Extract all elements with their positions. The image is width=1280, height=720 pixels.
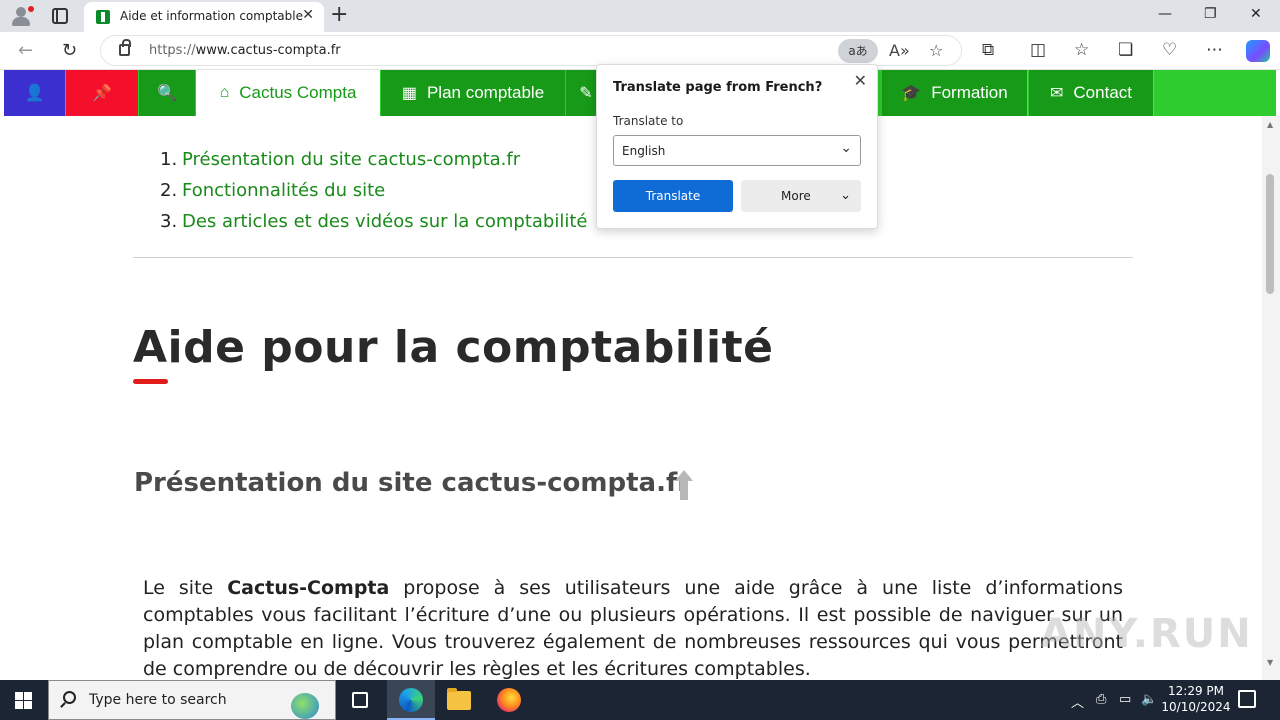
scroll-down-icon[interactable]: ▼: [1267, 658, 1273, 667]
taskbar-edge[interactable]: [387, 680, 435, 720]
restore-button[interactable]: ❐: [1204, 6, 1217, 22]
translate-button[interactable]: Translate: [613, 180, 733, 212]
profile-icon[interactable]: [8, 4, 34, 28]
close-window-button[interactable]: ✕: [1250, 6, 1262, 22]
table-of-contents: 1. Présentation du site cactus-compta.fr …: [160, 144, 588, 237]
firefox-icon: [497, 688, 521, 712]
toc-item: 3. Des articles et des vidéos sur la comp…: [160, 211, 588, 232]
windows-taskbar: Type here to search ︿ ⎙ ▭ 🔈 12:29 PM 10/…: [0, 680, 1280, 720]
home-icon: ⌂: [219, 84, 230, 101]
browser-essentials-icon[interactable]: ♡: [1162, 40, 1177, 60]
address-bar[interactable]: https://www.cactus-compta.fr aあ A» ☆: [100, 35, 962, 66]
refresh-icon[interactable]: ↻: [62, 40, 77, 61]
browser-tab-active[interactable]: Aide et information comptable ✕: [84, 2, 324, 32]
scroll-up-icon[interactable]: ▲: [1267, 120, 1273, 129]
intro-paragraph: Le site Cactus-Compta propose à ses util…: [143, 577, 1123, 680]
split-screen-icon[interactable]: ◫: [1030, 40, 1046, 60]
edge-icon: [399, 688, 423, 712]
pencil-icon: ✎: [579, 85, 593, 102]
task-view-icon[interactable]: [352, 692, 368, 708]
toc-link[interactable]: Des articles et des vidéos sur la compta…: [182, 211, 588, 232]
search-icon: 🔍: [157, 85, 177, 102]
show-hidden-icons-icon[interactable]: ︿: [1071, 692, 1084, 711]
favorite-star-icon[interactable]: ☆: [929, 41, 943, 60]
taskbar-search-box[interactable]: Type here to search: [48, 680, 336, 720]
back-arrow-icon[interactable]: ←: [18, 40, 33, 61]
collections-icon[interactable]: ❏: [1118, 40, 1133, 60]
new-tab-button[interactable]: +: [330, 3, 348, 27]
copilot-icon[interactable]: [1246, 40, 1270, 62]
translate-popup-title: Translate page from French?: [613, 80, 823, 95]
nav-search-button[interactable]: 🔍: [139, 70, 195, 116]
search-placeholder: Type here to search: [89, 692, 227, 708]
translate-icon[interactable]: aあ: [838, 39, 878, 63]
volume-icon[interactable]: 🔈: [1141, 692, 1157, 707]
taskbar-firefox[interactable]: [485, 680, 533, 720]
nav-formation-link[interactable]: 🎓 Formation: [882, 70, 1028, 116]
nav-pin-button[interactable]: 📌: [66, 70, 138, 116]
map-icon: ▦: [401, 85, 417, 102]
browser-tab-bar: Aide et information comptable ✕ + — ❐ ✕: [0, 0, 1280, 32]
search-highlight-icon: [275, 685, 331, 719]
taskbar-clock[interactable]: 12:29 PM 10/10/2024: [1160, 683, 1232, 715]
translate-to-label: Translate to: [613, 114, 684, 128]
read-aloud-icon[interactable]: A»: [889, 41, 910, 60]
nav-account-button[interactable]: 👤: [4, 70, 65, 116]
nav-contact-link[interactable]: ✉ Contact: [1029, 70, 1154, 116]
user-lock-icon: 👤: [24, 85, 45, 102]
envelope-icon: ✉: [1050, 85, 1064, 102]
nav-plan-comptable-link[interactable]: ▦ Plan comptable: [381, 70, 565, 116]
section-divider: [133, 257, 1133, 258]
tab-close-icon[interactable]: ✕: [302, 7, 314, 23]
device-icon[interactable]: ⎙: [1096, 692, 1106, 707]
minimize-button[interactable]: —: [1158, 6, 1172, 22]
target-language-select[interactable]: English ⌄: [613, 135, 861, 166]
tab-actions-icon[interactable]: [52, 8, 68, 24]
pushpin-icon: 📌: [92, 85, 112, 102]
extensions-icon[interactable]: ⧉: [982, 40, 994, 60]
close-icon[interactable]: ✕: [854, 71, 867, 90]
site-favicon-icon: [96, 10, 110, 24]
url-text[interactable]: https://www.cactus-compta.fr: [149, 43, 341, 58]
more-button[interactable]: More ⌄: [741, 180, 861, 212]
search-icon: [63, 691, 76, 704]
taskbar-file-explorer[interactable]: [435, 680, 483, 720]
more-menu-icon[interactable]: ⋯: [1206, 40, 1223, 60]
network-icon[interactable]: ▭: [1119, 692, 1131, 707]
translate-popup: Translate page from French? ✕ Translate …: [596, 64, 878, 229]
page-scrollbar[interactable]: ▲ ▼: [1262, 116, 1280, 680]
toc-link[interactable]: Fonctionnalités du site: [182, 180, 385, 201]
chevron-down-icon: ⌄: [840, 140, 852, 156]
scrollbar-thumb[interactable]: [1266, 174, 1274, 294]
folder-icon: [447, 688, 471, 710]
chevron-down-icon: ⌄: [840, 188, 851, 203]
section-heading: Présentation du site cactus-compta.fr: [134, 468, 691, 498]
nav-home-link[interactable]: ⌂ Cactus Compta: [196, 70, 380, 116]
watermark-logo: ANY.RUN: [1040, 611, 1253, 657]
notifications-icon[interactable]: [1238, 690, 1256, 708]
title-underline: [133, 379, 168, 384]
lock-icon[interactable]: [119, 39, 131, 56]
page-title: Aide pour la comptabilité: [133, 322, 774, 373]
graduation-cap-icon: 🎓: [901, 85, 922, 102]
toc-item: 1. Présentation du site cactus-compta.fr: [160, 149, 521, 170]
windows-start-icon[interactable]: [15, 692, 32, 709]
back-to-top-icon[interactable]: [675, 470, 693, 500]
toc-item: 2. Fonctionnalités du site: [160, 180, 386, 201]
toc-link[interactable]: Présentation du site cactus-compta.fr: [182, 149, 520, 170]
tab-title: Aide et information comptable: [120, 9, 303, 23]
favorites-icon[interactable]: ☆: [1074, 40, 1089, 60]
